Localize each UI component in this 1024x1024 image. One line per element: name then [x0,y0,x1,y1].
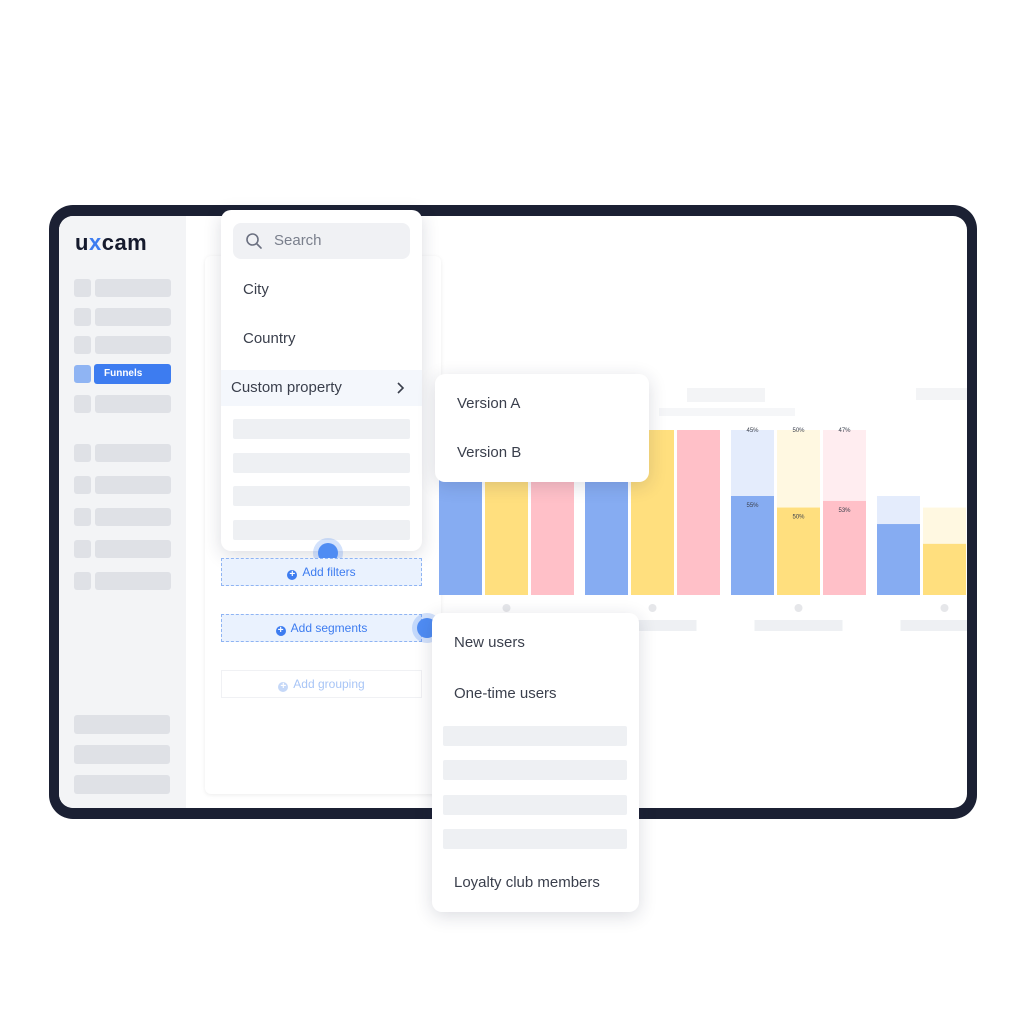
chart-header-placeholders [659,388,967,416]
version-option-b[interactable]: Version B [457,444,521,461]
add-filters-button[interactable]: + Add filters [221,558,422,586]
placeholder-option[interactable] [443,726,627,746]
axis-label-placeholder [754,620,843,631]
placeholder-option[interactable] [233,419,410,439]
segment-option-loyalty-club[interactable]: Loyalty club members [454,874,600,891]
axis-label-placeholder [900,620,967,631]
plus-icon: + [275,626,286,636]
plus-icon: + [278,682,289,692]
segment-option-one-time-users[interactable]: One-time users [454,685,557,702]
axis-dot [794,604,803,612]
funnel-bar [923,543,966,595]
placeholder-option[interactable] [443,795,627,815]
segment-option-new-users[interactable]: New users [454,634,525,651]
chevron-right-icon [397,382,405,394]
conversion-percent-label: 50% [792,515,805,521]
axis-dot [502,604,511,612]
filter-option-city[interactable]: City [243,281,269,298]
funnel-bar [877,524,920,595]
axis-dot [648,604,657,612]
placeholder-option[interactable] [443,760,627,780]
version-option-a[interactable]: Version A [457,395,520,412]
axis-dot [940,604,949,612]
funnel-bar [777,507,820,595]
search-placeholder: Search [274,232,322,249]
drop-percent-label: 50% [792,428,805,434]
add-grouping-button[interactable]: + Add grouping [221,670,422,698]
placeholder-option[interactable] [233,520,410,540]
search-input[interactable]: Search [233,223,410,259]
custom-property-label: Custom property [231,379,342,396]
conversion-percent-label: 55% [746,503,759,509]
version-submenu: Version A Version B [435,374,649,482]
drop-percent-label: 45% [746,428,759,434]
funnel-bar [677,430,720,595]
filter-option-country[interactable]: Country [243,330,296,347]
placeholder-option[interactable] [443,829,627,849]
filter-option-custom-property[interactable]: Custom property [221,370,422,406]
drop-percent-label: 47% [838,428,851,434]
plus-icon: + [287,570,298,580]
funnel-bar [823,500,866,595]
segments-dropdown: New users One-time users Loyalty club me… [432,613,639,912]
add-segments-button[interactable]: + Add segments [221,614,422,642]
placeholder-option[interactable] [233,486,410,506]
funnel-bar [731,496,774,595]
placeholder-option[interactable] [233,453,410,473]
filter-dropdown: Search City Country Custom property [221,210,422,551]
search-icon [246,233,262,249]
conversion-percent-label: 53% [838,508,851,514]
